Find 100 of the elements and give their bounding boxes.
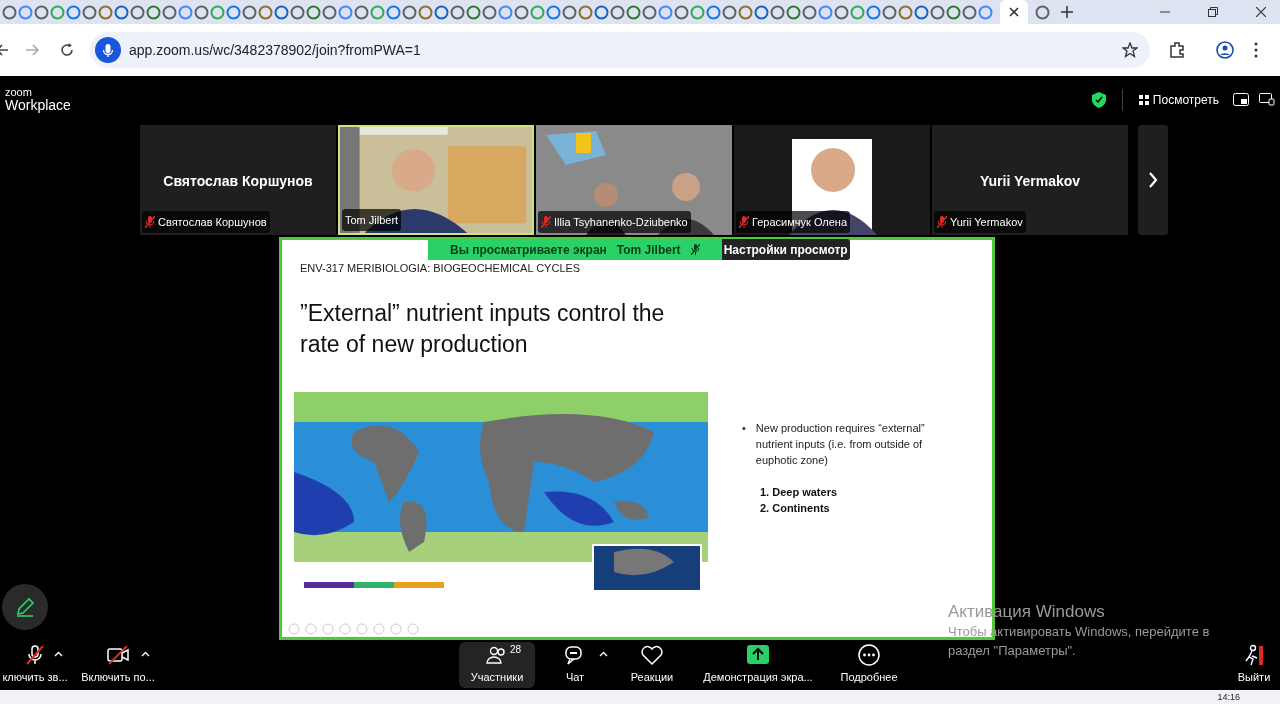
favicon-icon[interactable] bbox=[898, 4, 913, 20]
close-icon[interactable] bbox=[1009, 7, 1019, 17]
favicon-icon[interactable] bbox=[850, 4, 865, 20]
favicon-icon[interactable] bbox=[594, 4, 609, 20]
favicon-icon[interactable] bbox=[178, 4, 193, 20]
toolbar-button[interactable]: Включить по... bbox=[78, 642, 158, 688]
favicon-icon[interactable] bbox=[114, 4, 129, 20]
forward-icon[interactable] bbox=[26, 43, 40, 57]
favicon-icon[interactable] bbox=[658, 4, 673, 20]
window-icon[interactable] bbox=[1233, 93, 1249, 106]
favicon-icon[interactable] bbox=[418, 4, 433, 20]
screen-icon[interactable] bbox=[1259, 93, 1275, 106]
favicon-icon[interactable] bbox=[258, 4, 273, 20]
favicon-icon[interactable] bbox=[626, 4, 641, 20]
favicon-icon[interactable] bbox=[866, 4, 881, 20]
toolbar-button[interactable]: Выйти bbox=[1234, 642, 1274, 688]
favicon-icon[interactable] bbox=[610, 4, 625, 20]
favicon-icon[interactable] bbox=[674, 4, 689, 20]
favicon-icon[interactable] bbox=[450, 4, 465, 20]
favicon-icon[interactable] bbox=[2, 4, 17, 20]
reload-icon[interactable] bbox=[60, 43, 74, 57]
video-tile[interactable]: Святослав Коршунов Святослав Коршунов bbox=[140, 125, 336, 235]
favicon-icon[interactable] bbox=[706, 4, 721, 20]
favicon-icon[interactable] bbox=[306, 4, 321, 20]
star-icon[interactable] bbox=[1122, 42, 1138, 58]
caret-icon[interactable] bbox=[141, 651, 150, 657]
favicon-icon[interactable] bbox=[242, 4, 257, 20]
favicon-icon[interactable] bbox=[194, 4, 209, 20]
favicon-icon[interactable] bbox=[834, 4, 849, 20]
toolbar-button[interactable]: Реакции bbox=[626, 642, 678, 688]
favicon-icon[interactable] bbox=[514, 4, 529, 20]
favicon-icon[interactable] bbox=[34, 4, 49, 20]
favicon-icon[interactable] bbox=[210, 4, 225, 20]
name-label: Святослав Коршунов bbox=[158, 214, 267, 230]
favicon-icon[interactable] bbox=[962, 4, 977, 20]
favicon-icon[interactable] bbox=[50, 4, 65, 20]
close-icon[interactable] bbox=[1256, 7, 1266, 17]
favicon-icon[interactable] bbox=[274, 4, 289, 20]
favicon-icon[interactable] bbox=[162, 4, 177, 20]
restore-icon[interactable] bbox=[1208, 7, 1218, 17]
banner-text: Вы просматриваете экран bbox=[450, 241, 607, 259]
video-tile[interactable]: Yurii Yermakov Yurii Yermakov bbox=[932, 125, 1128, 235]
favicon-icon[interactable] bbox=[1035, 4, 1050, 20]
participants-icon bbox=[486, 644, 508, 667]
favicon-icon[interactable] bbox=[498, 4, 513, 20]
favicon-icon[interactable] bbox=[482, 4, 497, 20]
address-bar[interactable]: app.zoom.us/wc/3482378902/join?fromPWA=1 bbox=[90, 32, 1150, 68]
favicon-icon[interactable] bbox=[914, 4, 929, 20]
video-tile[interactable]: Tom Jilbert bbox=[338, 125, 534, 235]
favicon-icon[interactable] bbox=[322, 4, 337, 20]
bullet-text: New production requires “external” nutrient inputs (i.e. from outside of euphotic zone) bbox=[755, 421, 926, 468]
toolbar-button[interactable]: ключить зв... bbox=[0, 642, 70, 688]
toolbar-button[interactable]: Подробнее bbox=[838, 642, 900, 688]
favicon-icon[interactable] bbox=[130, 4, 145, 20]
favicon-icon[interactable] bbox=[386, 4, 401, 20]
favicon-icon[interactable] bbox=[434, 4, 449, 20]
favicon-icon[interactable] bbox=[466, 4, 481, 20]
favicon-icon[interactable] bbox=[354, 4, 369, 20]
view-settings-button[interactable]: Настройки просмотр bbox=[721, 239, 850, 260]
favicon-icon[interactable] bbox=[338, 4, 353, 20]
extensions-icon[interactable] bbox=[1168, 41, 1186, 59]
favicon-icon[interactable] bbox=[66, 4, 81, 20]
favicon-icon[interactable] bbox=[754, 4, 769, 20]
caret-icon[interactable] bbox=[54, 651, 63, 657]
annotate-button[interactable] bbox=[2, 584, 48, 630]
favicon-icon[interactable] bbox=[402, 4, 417, 20]
favicon-icon[interactable] bbox=[930, 4, 945, 20]
toolbar-button[interactable]: Чат bbox=[556, 642, 594, 688]
favicon-icon[interactable] bbox=[786, 4, 801, 20]
profile-icon[interactable] bbox=[1216, 41, 1234, 59]
view-button[interactable]: Посмотреть bbox=[1138, 90, 1219, 109]
caret-icon[interactable] bbox=[599, 651, 608, 657]
favicon-icon[interactable] bbox=[18, 4, 33, 20]
favicon-icon[interactable] bbox=[770, 4, 785, 20]
favicon-icon[interactable] bbox=[226, 4, 241, 20]
favicon-icon[interactable] bbox=[146, 4, 161, 20]
new-tab-icon[interactable] bbox=[1061, 6, 1073, 18]
toolbar-button[interactable]: 28 Участники bbox=[459, 642, 535, 688]
favicon-icon[interactable] bbox=[978, 4, 993, 20]
favicon-icon[interactable] bbox=[562, 4, 577, 20]
favicon-icon[interactable] bbox=[738, 4, 753, 20]
favicon-icon[interactable] bbox=[882, 4, 897, 20]
favicon-icon[interactable] bbox=[98, 4, 113, 20]
toolbar-button[interactable]: Демонстрация экра... bbox=[700, 642, 816, 688]
active-tab[interactable] bbox=[1000, 0, 1028, 24]
favicon-icon[interactable] bbox=[82, 4, 97, 20]
favicon-icon[interactable] bbox=[546, 4, 561, 20]
participant-name: Yurii Yermakov bbox=[978, 172, 1082, 191]
favicon-icon[interactable] bbox=[946, 4, 961, 20]
favicon-icon[interactable] bbox=[722, 4, 737, 20]
menu-icon[interactable] bbox=[1254, 42, 1258, 58]
favicon-icon[interactable] bbox=[802, 4, 817, 20]
favicon-icon[interactable] bbox=[370, 4, 385, 20]
favicon-icon[interactable] bbox=[690, 4, 705, 20]
favicon-icon[interactable] bbox=[530, 4, 545, 20]
favicon-icon[interactable] bbox=[578, 4, 593, 20]
favicon-icon[interactable] bbox=[818, 4, 833, 20]
favicon-icon[interactable] bbox=[290, 4, 305, 20]
favicon-icon[interactable] bbox=[642, 4, 657, 20]
video-tile[interactable]: Illia Tsyhanenko-Dziubenko bbox=[536, 125, 732, 235]
